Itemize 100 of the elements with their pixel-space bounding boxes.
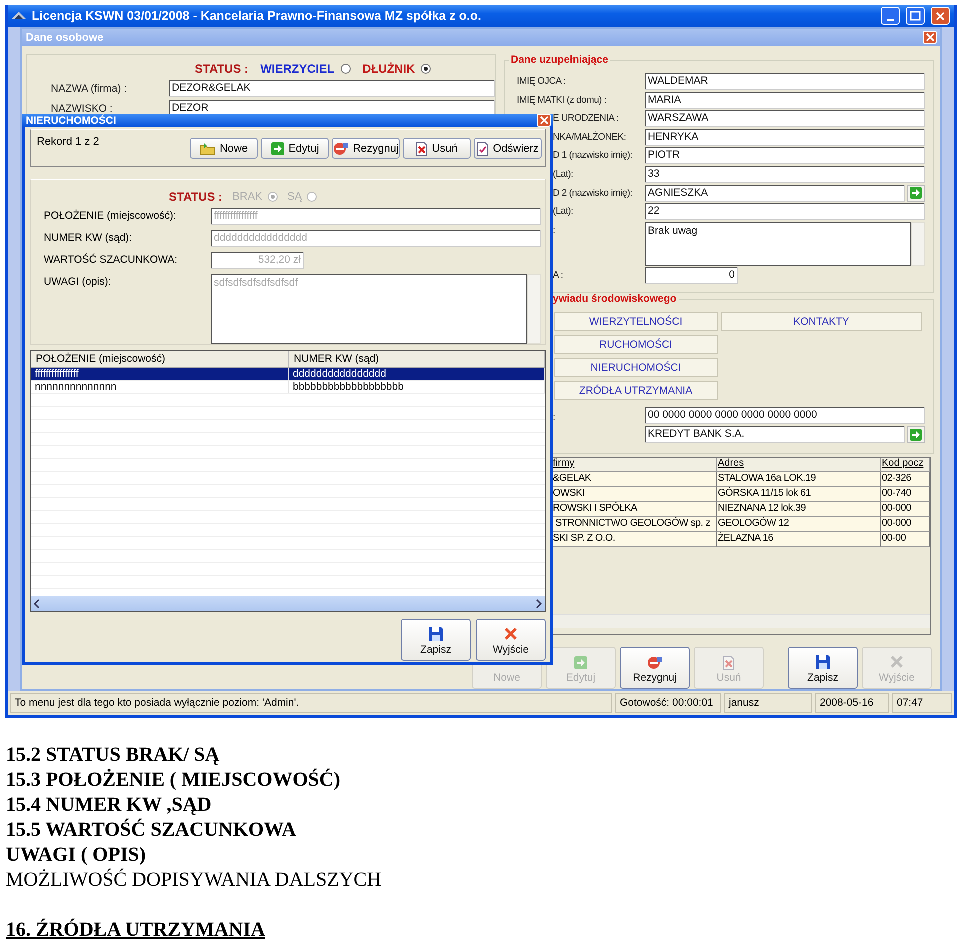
document-text-line: 15.4 NUMER KW ,SĄD: [6, 793, 212, 818]
section-button[interactable]: KONTAKTY: [721, 312, 922, 331]
status-date: 2008-05-16: [815, 693, 889, 713]
dialog-button[interactable]: Wyjście: [476, 619, 546, 661]
arrow-icon: [574, 656, 588, 670]
minimize-icon: [887, 19, 894, 21]
column-header[interactable]: Adres: [717, 458, 881, 472]
section-button[interactable]: RUCHOMOŚCI: [554, 335, 718, 354]
document-check-icon: [477, 142, 490, 156]
arrow-icon: [910, 187, 922, 200]
input-field[interactable]: 0: [645, 267, 738, 284]
section-heading: 16. ŹRÓDŁA UTRZYMANIA: [6, 918, 266, 943]
document-text-line: 15.2 STATUS BRAK/ SĄ: [6, 743, 220, 768]
field-label: :: [553, 412, 556, 422]
close-button[interactable]: [537, 114, 551, 127]
text-area[interactable]: Brak uwag: [645, 222, 911, 266]
close-icon: [540, 116, 548, 125]
status-option-label: SĄ: [288, 191, 302, 203]
table-cell: dddddddddddddddd: [289, 368, 545, 380]
go-button[interactable]: [907, 184, 925, 202]
status-time: 07:47: [892, 693, 952, 713]
document-text-line: 15.3 POŁOŻENIE ( MIEJSCOWOŚĆ): [6, 768, 340, 793]
cross-icon: [889, 654, 905, 670]
minimize-button[interactable]: [881, 7, 900, 25]
folder-icon: [200, 142, 216, 156]
field-label: UWAGI (opis):: [43, 275, 112, 288]
column-header[interactable]: Kod pocz: [881, 458, 930, 472]
document-text-line: 15.5 WARTOŚĆ SZACUNKOWA: [6, 818, 296, 843]
field-label: POŁOŻENIE (miejscowość):: [43, 208, 178, 222]
group-title: Dane uzupełniające: [509, 54, 610, 66]
table-cell: 02-326: [881, 472, 930, 487]
toolbar-button[interactable]: Odświerz: [474, 138, 542, 159]
input-field[interactable]: HENRYKA: [645, 128, 925, 146]
column-header[interactable]: NUMER KW (sąd): [289, 351, 545, 367]
delete-icon: [416, 142, 428, 156]
table-cell: 00-000: [881, 517, 930, 532]
field-label: NUMER KW (sąd):: [43, 231, 134, 244]
input-field[interactable]: AGNIESZKA: [645, 184, 905, 202]
toolbar-button[interactable]: Nowe: [190, 138, 258, 159]
status-ready: Gotowość: 00:00:01: [615, 693, 721, 713]
arrow-icon: [910, 428, 922, 440]
section-button[interactable]: NIERUCHOMOŚCI: [554, 358, 718, 377]
status-label: STATUS :: [195, 62, 249, 76]
input-field[interactable]: DEZOR&GELAK: [169, 80, 495, 97]
table-cell: bbbbbbbbbbbbbbbbbbb: [289, 381, 545, 393]
cancel-icon: [333, 142, 350, 156]
radio-button[interactable]: [421, 64, 432, 74]
scrollbar[interactable]: [31, 596, 545, 611]
status-option-label: BRAK: [232, 191, 263, 203]
field-label: (Lat):: [553, 168, 574, 180]
table-cell: 00-000: [881, 502, 930, 517]
toolbar-button[interactable]: Usuń: [403, 138, 471, 159]
cancel-icon: [647, 656, 663, 670]
field-label: IMIĘ MATKI (z domu) :: [517, 94, 607, 106]
column-header[interactable]: firmy: [552, 458, 717, 472]
table-row[interactable]: nnnnnnnnnnnnnn bbbbbbbbbbbbbbbbbbb: [31, 381, 545, 394]
input-field[interactable]: 22: [645, 203, 925, 220]
input-field[interactable]: WARSZAWA: [645, 110, 925, 128]
scrollbar[interactable]: [552, 614, 930, 628]
dialog-title: NIERUCHOMOŚCI: [26, 114, 118, 126]
close-icon: [926, 33, 934, 42]
dialog-button[interactable]: Zapisz: [401, 619, 471, 661]
go-button[interactable]: [907, 426, 925, 443]
table-cell: STALOWA 16a LOK.19: [717, 472, 881, 487]
input-field[interactable]: PIOTR: [645, 147, 925, 164]
field-label: NAZWA (firma) :: [50, 82, 128, 94]
toolbar-button[interactable]: Rezygnuj: [620, 647, 690, 689]
delete-icon: [723, 656, 735, 670]
status-user: janusz: [724, 693, 812, 713]
input-field[interactable]: WALDEMAR: [645, 73, 925, 90]
maximize-button[interactable]: [906, 7, 925, 25]
table-row[interactable]: ffffffffffffffff dddddddddddddddd: [31, 368, 545, 381]
field-label: NKA/MAŁŻONEK:: [553, 132, 626, 143]
table-cell: &GELAK: [552, 472, 717, 487]
close-button[interactable]: [923, 31, 937, 44]
column-header[interactable]: POŁOŻENIE (miejscowość): [31, 351, 289, 367]
table-cell: 00-740: [881, 487, 930, 502]
child-window-title: Dane osobowe: [26, 32, 105, 44]
table-cell: ROWSKI I SPÓŁKA: [552, 502, 717, 517]
input-field[interactable]: MARIA: [645, 92, 925, 109]
radio-button[interactable]: [340, 64, 351, 74]
scrollbar[interactable]: [527, 274, 541, 344]
field-label: (Lat):: [553, 206, 574, 218]
section-button[interactable]: ZRÓDŁA UTRZYMANIA: [554, 381, 718, 400]
table-cell: NIEZNANA 12 lok.39: [717, 502, 881, 517]
status-message: To menu jest dla tego kto posiada wyłącznie poziom: 'Admin'.: [10, 693, 612, 713]
toolbar-button[interactable]: Zapisz: [788, 647, 858, 689]
section-button[interactable]: WIERZYTELNOŚCI: [554, 312, 718, 331]
input-field[interactable]: 33: [645, 166, 925, 183]
toolbar-button[interactable]: Rezygnuj: [332, 138, 400, 159]
toolbar-button[interactable]: Edytuj: [261, 138, 329, 159]
table-cell: nnnnnnnnnnnnnn: [31, 381, 289, 393]
input-field[interactable]: KREDYT BANK S.A.: [645, 426, 905, 443]
arrow-icon: [270, 142, 285, 156]
input-field[interactable]: 00 0000 0000 0000 0000 0000 0000: [645, 407, 925, 424]
close-button[interactable]: [931, 7, 950, 25]
field-label: E URODZENIA :: [553, 113, 619, 124]
scrollbar[interactable]: [911, 222, 925, 266]
document-text-line: MOŻLIWOŚĆ DOPISYWANIA DALSZYCH: [6, 868, 382, 893]
window-title: Licencja KSWN 03/01/2008 - Kancelaria Prawno-Finansowa MZ spółka z o.o.: [32, 9, 482, 23]
